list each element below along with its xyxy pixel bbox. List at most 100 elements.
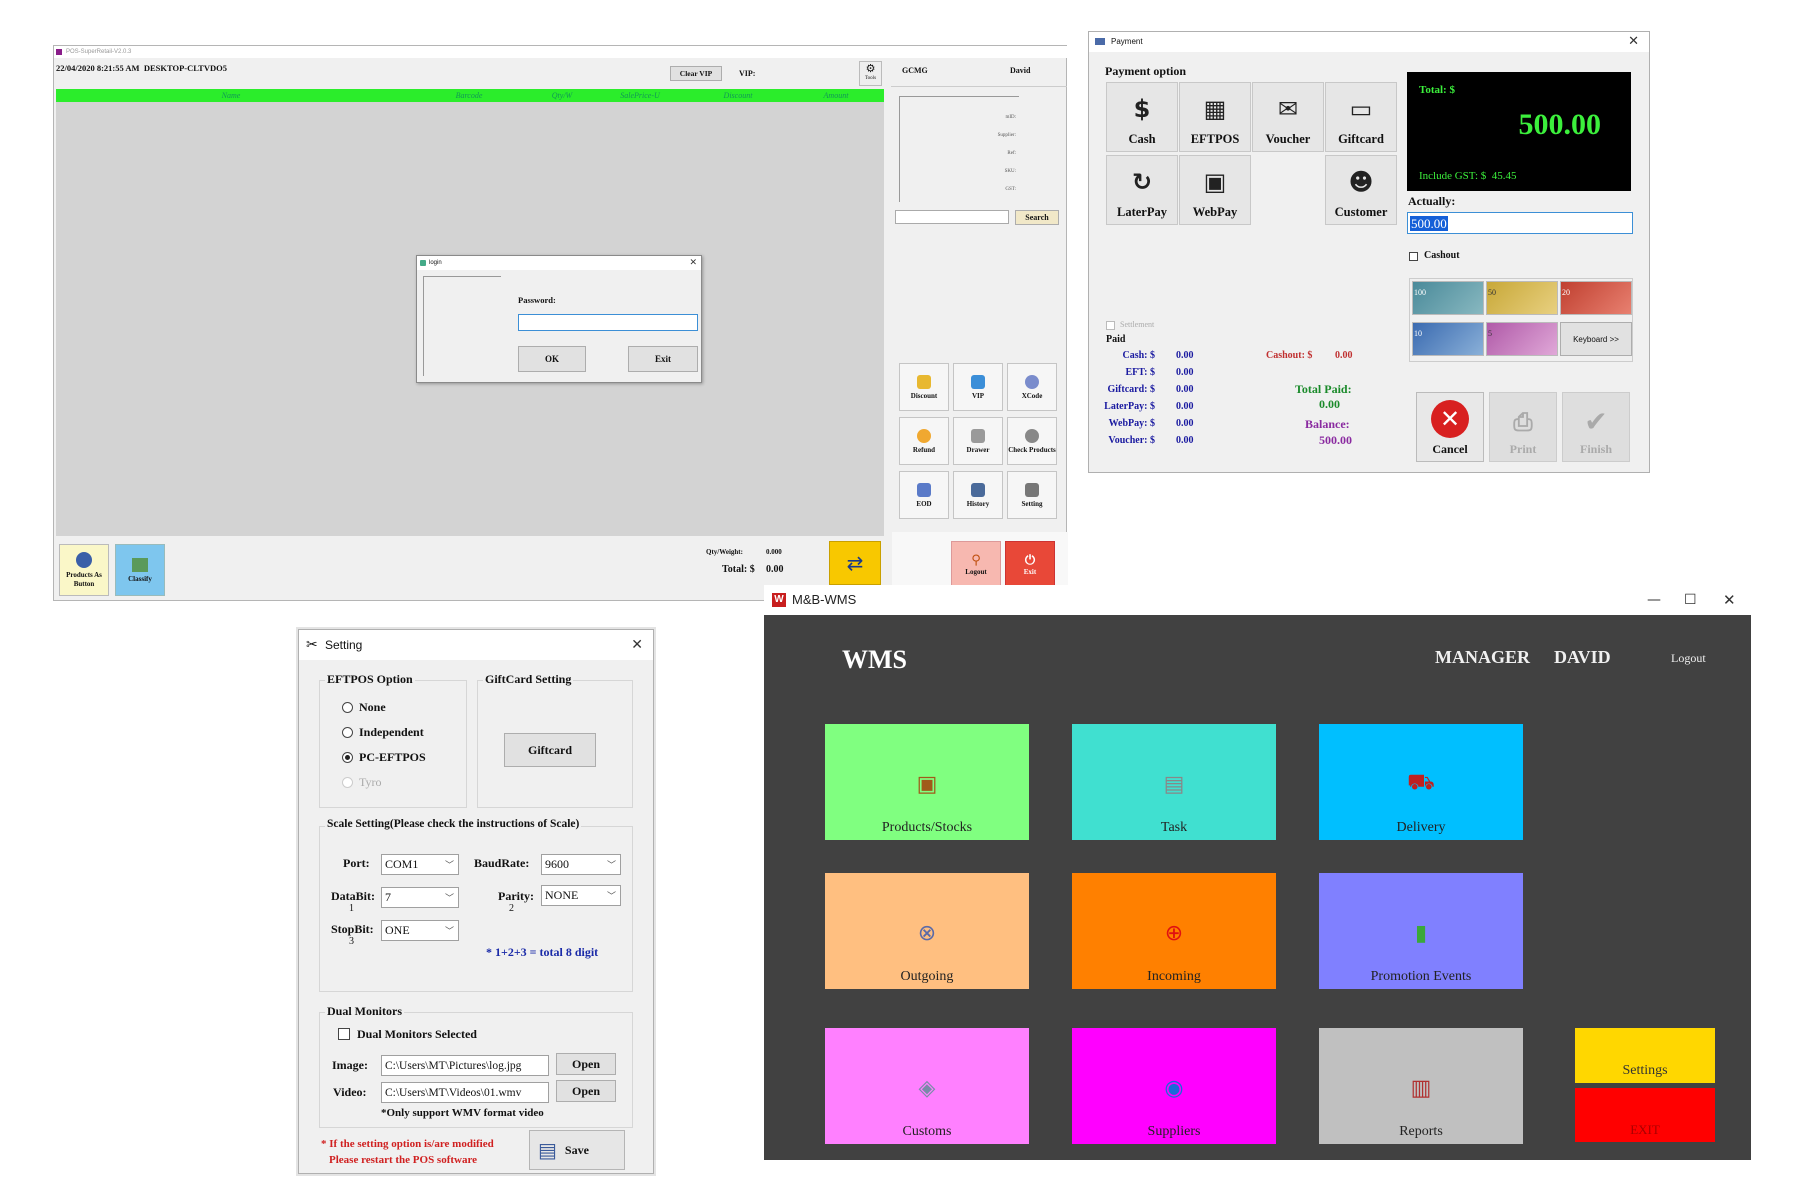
image-open-button[interactable]: Open: [556, 1053, 616, 1075]
payment-window: Payment ✕ Payment option $ Cash ▦ EFTPOS ✉…: [1088, 31, 1650, 473]
tile-customs[interactable]: ◈ Customs: [825, 1028, 1029, 1144]
pay-laterpay-button[interactable]: ↻ LaterPay: [1106, 155, 1178, 225]
tool-eod-button[interactable]: EOD: [899, 471, 949, 519]
classify-button[interactable]: Classify: [115, 544, 165, 596]
tool-setting-button[interactable]: Setting: [1007, 471, 1057, 519]
actually-input[interactable]: 500.00: [1407, 212, 1633, 234]
scale-setting-group: [319, 826, 633, 992]
pay-button[interactable]: ⇄: [829, 541, 881, 585]
wms-app-title: WMS: [842, 645, 907, 674]
exit-button[interactable]: ⏻ Exit: [1005, 541, 1055, 587]
incoming-icon: ⊕: [1164, 920, 1184, 946]
cancel-button[interactable]: ✕ Cancel: [1416, 392, 1484, 462]
close-icon[interactable]: ✕: [1723, 585, 1736, 615]
eftpos-tyro-radio[interactable]: [342, 777, 353, 788]
product-search-button[interactable]: Search: [1015, 210, 1059, 225]
login-exit-button[interactable]: Exit: [628, 346, 698, 372]
eftpos-independent-label: Independent: [359, 725, 424, 739]
login-dialog: login ✕ Password: OK Exit: [416, 255, 702, 383]
eftpos-pc-eftpos-label: PC-EFTPOS: [359, 750, 426, 764]
store-info-bar: GCMG David: [892, 61, 1068, 81]
paid-giftcard-value: 0.00: [1176, 384, 1194, 395]
tile-reports[interactable]: ▥ Reports: [1319, 1028, 1523, 1144]
minimize-icon[interactable]: —: [1647, 585, 1661, 615]
digit-note: * 1+2+3 = total 8 digit: [486, 945, 599, 959]
customer-icon: ☻: [1348, 168, 1374, 196]
save-button[interactable]: ▤ Save: [529, 1130, 625, 1170]
databit-select[interactable]: 7 ﹀: [381, 887, 459, 908]
pay-customer-button[interactable]: ☻ Customer: [1325, 155, 1397, 225]
wms-logout-link[interactable]: Logout: [1671, 651, 1706, 666]
product-search-input[interactable]: [895, 210, 1009, 224]
login-close-icon[interactable]: ✕: [689, 256, 697, 270]
tile-outgoing[interactable]: ⊗ Outgoing: [825, 873, 1029, 989]
tools-button[interactable]: ⚙ Tools: [859, 61, 882, 86]
parity-select[interactable]: NONE ﹀: [541, 885, 621, 906]
tool-check-products-button[interactable]: Check Products: [1007, 417, 1057, 465]
paid-webpay-label: WebPay: $: [1108, 418, 1155, 429]
eftpos-tyro-label: Tyro: [359, 775, 382, 789]
print-button[interactable]: ⎙ Print: [1489, 392, 1557, 462]
tool-drawer-button[interactable]: Drawer: [953, 417, 1003, 465]
pay-giftcard-button[interactable]: ▭ Giftcard: [1325, 82, 1397, 152]
tool-refund-button[interactable]: Refund: [899, 417, 949, 465]
wms-exit-button[interactable]: EXIT: [1575, 1088, 1715, 1142]
image-path-input[interactable]: C:\Users\MT\Pictures\log.jpg: [381, 1055, 549, 1076]
pay-webpay-button[interactable]: ▣ WebPay: [1179, 155, 1251, 225]
maximize-icon[interactable]: ☐: [1684, 585, 1697, 615]
cashout-checkbox[interactable]: [1409, 252, 1418, 261]
tool-history-button[interactable]: History: [953, 471, 1003, 519]
note-20-button[interactable]: 20: [1560, 281, 1632, 315]
eftpos-none-radio[interactable]: [342, 702, 353, 713]
clear-vip-button[interactable]: Clear VIP: [670, 66, 722, 81]
giftcard-button[interactable]: Giftcard: [504, 733, 596, 767]
tile-promotion-events[interactable]: ▮ Promotion Events: [1319, 873, 1523, 989]
paid-eft-value: 0.00: [1176, 367, 1194, 378]
tool-discount-button[interactable]: Discount: [899, 363, 949, 411]
payment-close-icon[interactable]: ✕: [1628, 32, 1639, 52]
pos-window: POS-SuperRetail-V2.0.3 22/04/2020 8:21:5…: [53, 45, 1068, 602]
eftpos-pc-eftpos-radio[interactable]: [342, 752, 353, 763]
total-display: Total: $ 500.00 Include GST: $ 45.45: [1407, 72, 1631, 191]
webpay-icon: ▣: [1203, 168, 1227, 196]
tile-suppliers[interactable]: ◉ Suppliers: [1072, 1028, 1276, 1144]
note-100-button[interactable]: 100: [1412, 281, 1484, 315]
databit-label: DataBit:: [331, 889, 375, 903]
baudrate-select[interactable]: 9600 ﹀: [541, 854, 621, 875]
note-50-button[interactable]: 50: [1486, 281, 1558, 315]
port-select[interactable]: COM1 ﹀: [381, 854, 459, 875]
video-path-input[interactable]: C:\Users\MT\Videos\01.wmv: [381, 1082, 549, 1103]
setting-close-icon[interactable]: ✕: [631, 630, 643, 660]
tile-task[interactable]: ▤ Task: [1072, 724, 1276, 840]
note-10-button[interactable]: 10: [1412, 322, 1484, 356]
eftpos-independent-radio[interactable]: [342, 727, 353, 738]
setting-tools-icon: ✂: [306, 637, 318, 653]
pay-eftpos-button[interactable]: ▦ EFTPOS: [1179, 82, 1251, 152]
login-ok-button[interactable]: OK: [518, 346, 586, 372]
pay-cash-button[interactable]: $ Cash: [1106, 82, 1178, 152]
logout-button[interactable]: ⚲ Logout: [951, 541, 1001, 587]
tool-vip-button[interactable]: VIP: [953, 363, 1003, 411]
dual-monitors-checkbox[interactable]: [338, 1028, 350, 1040]
stopbit-select[interactable]: ONE ﹀: [381, 920, 459, 941]
giftcard-icon: ▭: [1349, 95, 1373, 123]
products-as-button[interactable]: Products As Button: [59, 544, 109, 596]
payment-option-title: Payment option: [1105, 64, 1186, 78]
wms-settings-button[interactable]: Settings: [1575, 1028, 1715, 1083]
keyboard-button[interactable]: Keyboard >>: [1560, 322, 1632, 356]
settlement-checkbox[interactable]: [1106, 321, 1115, 330]
reports-icon: ▥: [1410, 1075, 1432, 1101]
tile-products-stocks[interactable]: ▣ Products/Stocks: [825, 724, 1029, 840]
password-input[interactable]: [518, 314, 698, 331]
classify-icon: [132, 557, 148, 572]
tile-incoming[interactable]: ⊕ Incoming: [1072, 873, 1276, 989]
finish-button[interactable]: ✔ Finish: [1562, 392, 1630, 462]
product-info-box: mID: Supplier: Ref: SKU: GST:: [899, 96, 1019, 202]
tool-xcode-button[interactable]: XCode: [1007, 363, 1057, 411]
video-open-button[interactable]: Open: [556, 1080, 616, 1102]
baudrate-label: BaudRate:: [474, 856, 530, 870]
tile-delivery[interactable]: ⛟ Delivery: [1319, 724, 1523, 840]
restart-note-line2: Please restart the POS software: [329, 1154, 478, 1166]
pay-voucher-button[interactable]: ✉ Voucher: [1252, 82, 1324, 152]
note-5-button[interactable]: 5: [1486, 322, 1558, 356]
